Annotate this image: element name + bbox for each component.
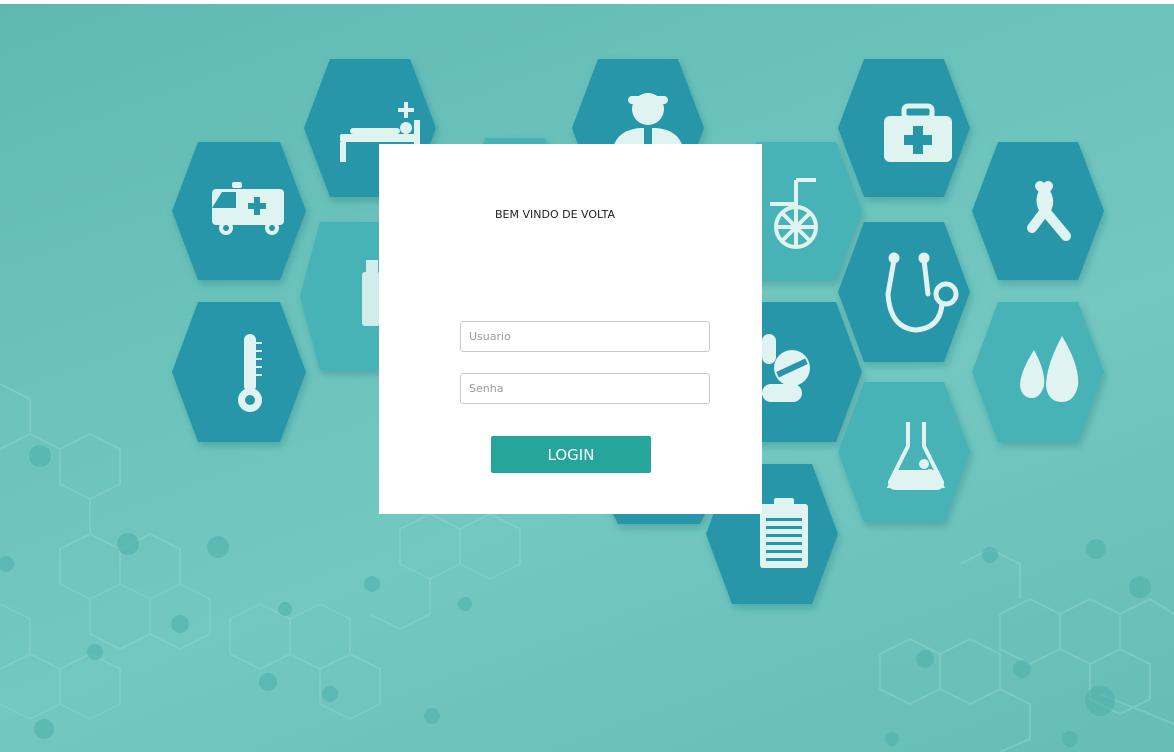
password-input[interactable] — [460, 373, 710, 404]
clipboard-icon — [760, 498, 808, 568]
login-button[interactable]: LOGIN — [491, 436, 651, 473]
username-input[interactable] — [460, 321, 710, 352]
login-page: BEM VINDO DE VOLTA LOGIN — [0, 4, 1174, 752]
login-card: BEM VINDO DE VOLTA LOGIN — [379, 144, 762, 514]
welcome-heading: BEM VINDO DE VOLTA — [495, 208, 616, 221]
